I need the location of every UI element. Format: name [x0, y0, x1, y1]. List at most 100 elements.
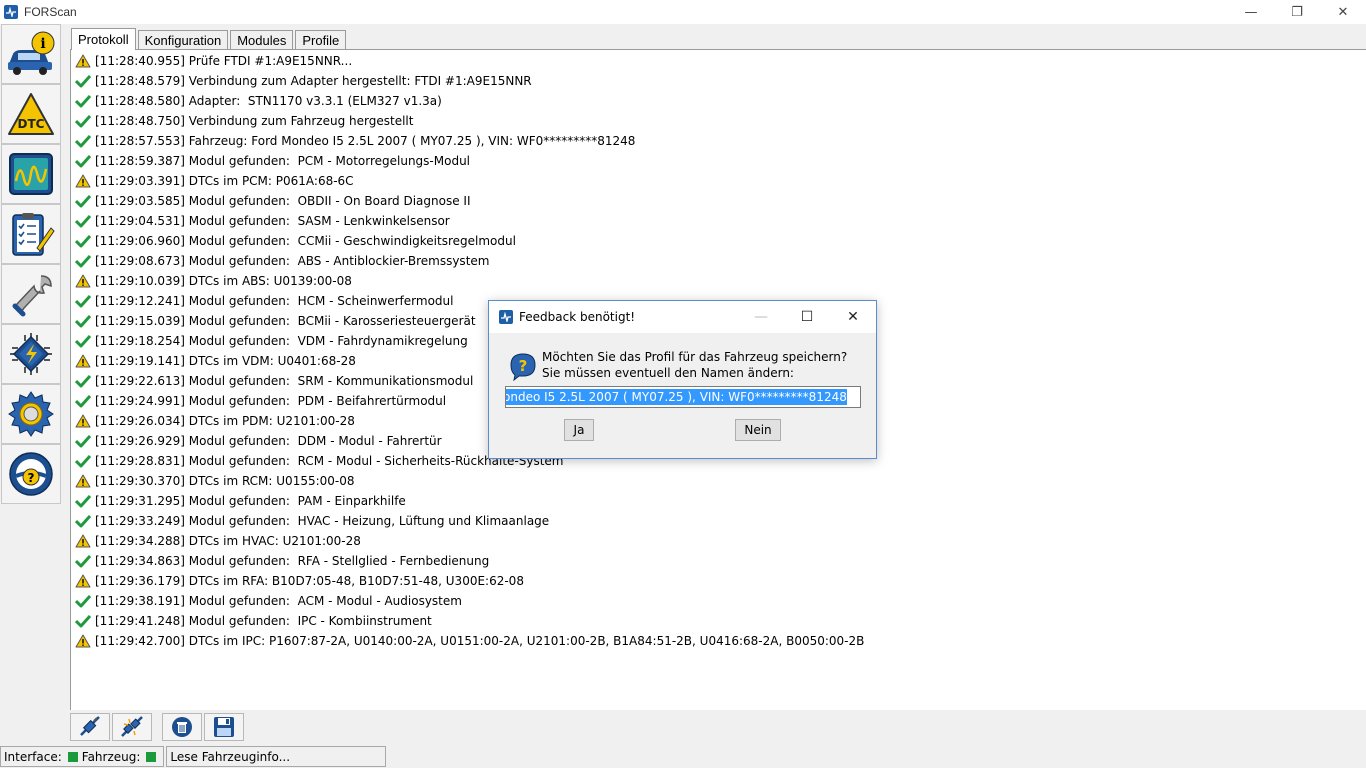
checkmark-icon	[74, 553, 92, 569]
dialog-title-bar: Feedback benötigt! — ☐ ✕	[489, 301, 876, 333]
sidebar-item-programming[interactable]	[1, 324, 61, 384]
warning-icon	[74, 53, 92, 69]
status-message-cell: Lese Fahrzeuginfo...	[166, 746, 387, 767]
restore-button[interactable]: ❐	[1274, 0, 1320, 24]
log-entry: [11:29:06.960] Modul gefunden: CCMii - G…	[74, 231, 516, 251]
no-button[interactable]: Nein	[735, 419, 781, 441]
log-entry-text: [11:29:08.673] Modul gefunden: ABS - Ant…	[95, 254, 490, 268]
checkmark-icon	[74, 213, 92, 229]
sidebar-item-dtc[interactable]: DTC	[1, 84, 61, 144]
warning-icon	[74, 573, 92, 589]
checkmark-icon	[74, 193, 92, 209]
dialog-message: Möchten Sie das Profil für das Fahrzeug …	[542, 349, 847, 381]
warning-icon	[74, 413, 92, 429]
sidebar-item-settings[interactable]	[1, 384, 61, 444]
interface-led-icon	[67, 751, 78, 762]
checkmark-icon	[74, 333, 92, 349]
checkmark-icon	[74, 373, 92, 389]
dialog-message-line1: Möchten Sie das Profil für das Fahrzeug …	[542, 350, 848, 364]
log-entry: [11:29:04.531] Modul gefunden: SASM - Le…	[74, 211, 450, 231]
close-button[interactable]: ✕	[1320, 0, 1366, 24]
checkmark-icon	[74, 513, 92, 529]
car-info-icon: i	[8, 31, 55, 75]
tab-protokoll[interactable]: Protokoll	[71, 28, 136, 50]
log-entry-text: [11:29:36.179] DTCs im RFA: B10D7:05-48,…	[95, 574, 524, 588]
log-entry: [11:29:15.039] Modul gefunden: BCMii - K…	[74, 311, 476, 331]
save-button[interactable]	[204, 713, 244, 741]
checkmark-icon	[74, 153, 92, 169]
checklist-icon	[12, 213, 55, 256]
checkmark-icon	[74, 133, 92, 149]
log-entry-text: [11:29:42.700] DTCs im IPC: P1607:87-2A,…	[95, 634, 865, 648]
log-entry: [11:29:10.039] DTCs im ABS: U0139:00-08	[74, 271, 352, 291]
checkmark-icon	[74, 613, 92, 629]
warning-icon	[74, 353, 92, 369]
checkmark-icon	[74, 233, 92, 249]
log-entry: [11:28:48.580] Adapter: STN1170 v3.3.1 (…	[74, 91, 442, 111]
checkmark-icon	[74, 593, 92, 609]
dialog-message-line2: Sie müssen eventuell den Namen ändern:	[542, 366, 794, 380]
oscilloscope-icon	[9, 153, 53, 195]
bottom-toolbar	[70, 712, 246, 742]
log-entry-text: [11:29:06.960] Modul gefunden: CCMii - G…	[95, 234, 516, 248]
checkmark-icon	[74, 493, 92, 509]
sidebar-item-tests[interactable]	[1, 204, 61, 264]
log-entry-text: [11:29:33.249] Modul gefunden: HVAC - He…	[95, 514, 550, 528]
disconnect-button[interactable]	[112, 713, 152, 741]
log-entry: [11:29:36.179] DTCs im RFA: B10D7:05-48,…	[74, 571, 524, 591]
dialog-maximize-button[interactable]: ☐	[784, 301, 830, 333]
sidebar-item-oscilloscope[interactable]	[1, 144, 61, 204]
status-bar: Interface: Fahrzeug: Lese Fahrzeuginfo..…	[0, 745, 1366, 768]
log-entry: [11:29:41.248] Modul gefunden: IPC - Kom…	[74, 611, 432, 631]
warning-icon	[74, 633, 92, 649]
dialog-close-button[interactable]: ✕	[830, 301, 876, 333]
save-icon	[214, 717, 234, 737]
sidebar-item-vehicle-info[interactable]: i	[1, 24, 61, 84]
title-bar: FORScan — ❐ ✕	[0, 0, 1366, 24]
profile-name-input[interactable]: ondeo I5 2.5L 2007 ( MY07.25 ), VIN: WF0…	[505, 386, 861, 408]
clear-log-button[interactable]	[162, 713, 202, 741]
svg-text:i: i	[40, 36, 45, 52]
dialog-title: Feedback benötigt!	[519, 310, 636, 324]
log-entry: [11:28:48.750] Verbindung zum Fahrzeug h…	[74, 111, 413, 131]
log-entry-text: [11:29:03.585] Modul gefunden: OBDII - O…	[95, 194, 471, 208]
log-entry-text: [11:29:19.141] DTCs im VDM: U0401:68-28	[95, 354, 356, 368]
tab-modules[interactable]: Modules	[230, 30, 294, 50]
log-entry-text: [11:29:22.613] Modul gefunden: SRM - Kom…	[95, 374, 474, 388]
log-entry-text: [11:28:59.387] Modul gefunden: PCM - Mot…	[95, 154, 471, 168]
log-entry: [11:29:24.991] Modul gefunden: PDM - Bei…	[74, 391, 446, 411]
log-entry: [11:29:42.700] DTCs im IPC: P1607:87-2A,…	[74, 631, 864, 651]
sidebar: i DTC ?	[0, 24, 62, 506]
svg-text:?: ?	[519, 357, 528, 375]
checkmark-icon	[74, 253, 92, 269]
vehicle-label: Fahrzeug:	[81, 749, 141, 764]
svg-text:?: ?	[28, 471, 35, 485]
tab-profile[interactable]: Profile	[295, 30, 347, 50]
sidebar-item-service[interactable]	[1, 264, 61, 324]
log-entry: [11:29:31.295] Modul gefunden: PAM - Ein…	[74, 491, 406, 511]
status-message: Lese Fahrzeuginfo...	[170, 749, 291, 764]
log-entry-text: [11:28:57.553] Fahrzeug: Ford Mondeo I5 …	[95, 134, 636, 148]
checkmark-icon	[74, 453, 92, 469]
yes-button[interactable]: Ja	[564, 419, 594, 441]
log-entry: [11:29:12.241] Modul gefunden: HCM - Sch…	[74, 291, 453, 311]
log-entry-text: [11:29:15.039] Modul gefunden: BCMii - K…	[95, 314, 476, 328]
connect-button[interactable]	[70, 713, 110, 741]
log-entry: [11:29:03.391] DTCs im PCM: P061A:68-6C	[74, 171, 354, 191]
dialog-minimize-button: —	[754, 309, 768, 325]
profile-name-selection: ondeo I5 2.5L 2007 ( MY07.25 ), VIN: WF0…	[505, 389, 847, 405]
tab-konfiguration[interactable]: Konfiguration	[137, 30, 229, 50]
log-entry-text: [11:28:48.579] Verbindung zum Adapter he…	[95, 74, 532, 88]
minimize-button[interactable]: —	[1228, 0, 1274, 24]
sidebar-item-help[interactable]: ?	[1, 444, 61, 504]
log-entry: [11:29:38.191] Modul gefunden: ACM - Mod…	[74, 591, 462, 611]
tab-bar: Protokoll Konfiguration Modules Profile	[71, 28, 348, 50]
log-entry: [11:28:57.553] Fahrzeug: Ford Mondeo I5 …	[74, 131, 635, 151]
trash-icon	[172, 717, 192, 737]
log-entry-text: [11:29:10.039] DTCs im ABS: U0139:00-08	[95, 274, 352, 288]
log-entry-text: [11:29:26.929] Modul gefunden: DDM - Mod…	[95, 434, 442, 448]
log-entry-text: [11:29:41.248] Modul gefunden: IPC - Kom…	[95, 614, 432, 628]
log-entry: [11:28:59.387] Modul gefunden: PCM - Mot…	[74, 151, 470, 171]
connect-icon	[80, 716, 100, 736]
log-entry-text: [11:29:38.191] Modul gefunden: ACM - Mod…	[95, 594, 462, 608]
